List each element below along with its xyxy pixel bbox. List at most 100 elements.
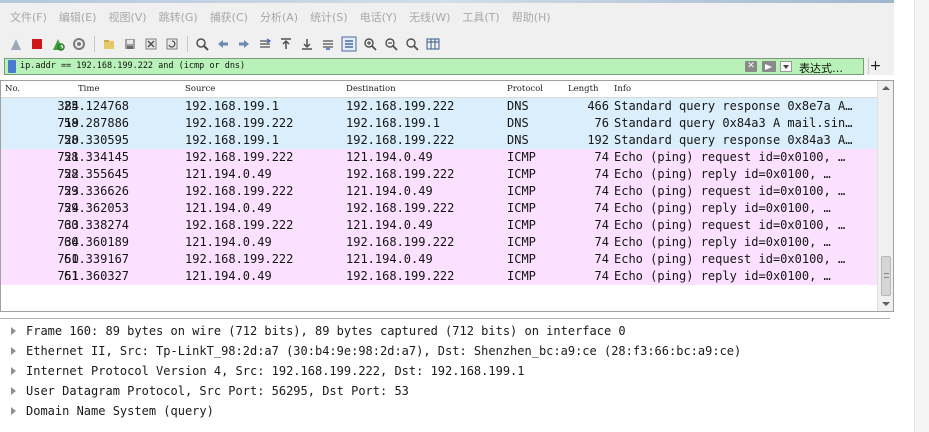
- packet-row[interactable]: 724 59.362053 121.194.0.49 192.168.199.2…: [1, 200, 877, 217]
- packet-source: 192.168.199.1: [185, 133, 279, 147]
- packet-info: Standard query response 0x8e7a A…: [614, 99, 853, 113]
- menu-wireless[interactable]: 无线(W): [403, 9, 456, 25]
- packet-time: 58.334145: [64, 150, 130, 164]
- zoom-in-button[interactable]: [360, 34, 380, 54]
- packet-row[interactable]: 719 58.287886 192.168.199.222 192.168.19…: [1, 115, 877, 132]
- packet-destination: 121.194.0.49: [346, 252, 433, 266]
- packet-info: Standard query response 0x84a3 A…: [614, 133, 853, 147]
- display-filter-input[interactable]: ip.addr == 192.168.199.222 and (icmp or …: [4, 57, 864, 76]
- packet-info: Echo (ping) reply id=0x0100, …: [614, 201, 831, 215]
- menu-help[interactable]: 帮助(H): [506, 9, 557, 25]
- zoom-reset-button[interactable]: [402, 34, 422, 54]
- reload-file-button[interactable]: [162, 34, 182, 54]
- packet-source: 121.194.0.49: [185, 201, 272, 215]
- column-header-no[interactable]: No.: [5, 84, 20, 94]
- find-packet-icon: [196, 38, 209, 51]
- display-filter-bar: ip.addr == 192.168.199.222 and (icmp or …: [0, 57, 894, 75]
- column-header-destination[interactable]: Destination: [346, 84, 396, 94]
- packet-protocol: DNS: [507, 133, 529, 147]
- display-filter-text[interactable]: ip.addr == 192.168.199.222 and (icmp or …: [20, 61, 245, 71]
- go-first-icon: [281, 38, 291, 49]
- scrollbar-thumb[interactable]: [881, 256, 891, 296]
- filter-expression-button[interactable]: 表达式…: [799, 60, 843, 76]
- packet-length: 74: [594, 167, 609, 181]
- packet-info: Standard query 0x84a3 A mail.sin…: [614, 116, 853, 130]
- close-file-button[interactable]: [141, 34, 161, 54]
- menu-go[interactable]: 跳转(G): [153, 9, 204, 25]
- column-header-length[interactable]: Length: [568, 84, 598, 94]
- packet-time: 60.338274: [64, 218, 130, 232]
- packet-protocol: ICMP: [507, 150, 536, 164]
- go-back-button[interactable]: [213, 34, 233, 54]
- packet-length: 76: [594, 116, 609, 130]
- filter-history-dropdown-icon[interactable]: [780, 60, 792, 72]
- scroll-down-icon[interactable]: [882, 302, 890, 306]
- column-header-source[interactable]: Source: [185, 84, 215, 94]
- zoom-in-icon: [364, 38, 377, 51]
- packet-source: 192.168.199.222: [185, 252, 294, 266]
- packet-destination: 192.168.199.222: [346, 201, 455, 215]
- open-file-button[interactable]: [99, 34, 119, 54]
- clear-filter-icon[interactable]: ✕: [745, 60, 757, 72]
- packet-source: 121.194.0.49: [185, 235, 272, 249]
- expand-arrow-icon[interactable]: [11, 367, 16, 375]
- add-filter-button[interactable]: +: [868, 58, 882, 74]
- go-to-packet-button[interactable]: [255, 34, 275, 54]
- expand-arrow-icon[interactable]: [11, 407, 16, 415]
- restart-capture-button[interactable]: [48, 34, 68, 54]
- menu-edit[interactable]: 编辑(E): [53, 9, 103, 25]
- menu-tools[interactable]: 工具(T): [456, 9, 505, 25]
- column-header-info[interactable]: Info: [614, 84, 631, 94]
- save-file-button[interactable]: [120, 34, 140, 54]
- packet-protocol: ICMP: [507, 235, 536, 249]
- menu-file[interactable]: 文件(F): [4, 9, 53, 25]
- go-back-icon: [218, 40, 228, 48]
- packet-row[interactable]: 722 58.355645 121.194.0.49 192.168.199.2…: [1, 166, 877, 183]
- auto-scroll-button[interactable]: [318, 34, 338, 54]
- packet-length: 74: [594, 252, 609, 266]
- packet-list: No. Time Source Destination Protocol Len…: [0, 80, 894, 312]
- packet-row[interactable]: 723 59.336626 192.168.199.222 121.194.0.…: [1, 183, 877, 200]
- colorize-button[interactable]: [339, 34, 359, 54]
- side-panel: [914, 0, 929, 432]
- packet-list-scrollbar[interactable]: [877, 81, 893, 311]
- packet-time: 58.330595: [64, 133, 130, 147]
- menu-analyze[interactable]: 分析(A): [254, 9, 304, 25]
- packet-source: 121.194.0.49: [185, 269, 272, 283]
- packet-time: 59.336626: [64, 184, 130, 198]
- stop-capture-button[interactable]: [27, 34, 47, 54]
- find-packet-button[interactable]: [192, 34, 212, 54]
- apply-filter-icon[interactable]: [762, 60, 776, 72]
- packet-source: 192.168.199.222: [185, 218, 294, 232]
- menu-statistics[interactable]: 统计(S): [304, 9, 354, 25]
- zoom-out-button[interactable]: [381, 34, 401, 54]
- packet-row[interactable]: 384 25.124768 192.168.199.1 192.168.199.…: [1, 98, 877, 115]
- auto-scroll-icon: [323, 40, 333, 50]
- expand-arrow-icon[interactable]: [11, 387, 16, 395]
- packet-time: 58.355645: [64, 167, 130, 181]
- packet-row[interactable]: 733 60.338274 192.168.199.222 121.194.0.…: [1, 217, 877, 234]
- packet-row[interactable]: 734 60.360189 121.194.0.49 192.168.199.2…: [1, 234, 877, 251]
- capture-options-button[interactable]: [69, 34, 89, 54]
- menu-view[interactable]: 视图(V): [102, 9, 152, 25]
- column-header-time[interactable]: Time: [78, 84, 99, 94]
- filter-bookmark-icon[interactable]: [8, 59, 16, 73]
- resize-columns-button[interactable]: [423, 34, 443, 54]
- packet-protocol: ICMP: [507, 252, 536, 266]
- go-forward-button[interactable]: [234, 34, 254, 54]
- scroll-up-icon[interactable]: [882, 86, 890, 90]
- column-header-protocol[interactable]: Protocol: [507, 84, 543, 94]
- expand-arrow-icon[interactable]: [11, 327, 16, 335]
- expand-arrow-icon[interactable]: [11, 347, 16, 355]
- go-last-button[interactable]: [297, 34, 317, 54]
- menu-capture[interactable]: 捕获(C): [204, 9, 254, 25]
- packet-row[interactable]: 721 58.334145 192.168.199.222 121.194.0.…: [1, 149, 877, 166]
- start-capture-button[interactable]: [6, 34, 26, 54]
- packet-row[interactable]: 750 61.339167 192.168.199.222 121.194.0.…: [1, 251, 877, 268]
- menu-telephony[interactable]: 电话(Y): [354, 9, 403, 25]
- packet-row[interactable]: 751 61.360327 121.194.0.49 192.168.199.2…: [1, 268, 877, 285]
- go-forward-icon: [239, 40, 249, 48]
- packet-row[interactable]: 720 58.330595 192.168.199.1 192.168.199.…: [1, 132, 877, 149]
- go-first-button[interactable]: [276, 34, 296, 54]
- packet-info: Echo (ping) request id=0x0100, …: [614, 252, 846, 266]
